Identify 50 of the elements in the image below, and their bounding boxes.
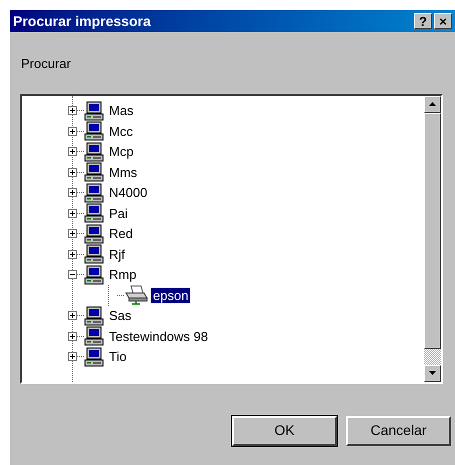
tree-item-label[interactable]: Mas <box>107 103 136 118</box>
tree-item-label[interactable]: Sas <box>107 308 134 324</box>
tree-item-label[interactable]: Tio <box>107 349 129 364</box>
tree-item-label[interactable]: Red <box>107 226 135 242</box>
tree-item-label[interactable]: Pai <box>107 206 130 221</box>
scroll-down-button[interactable] <box>424 364 441 382</box>
ok-button[interactable]: OK <box>232 416 337 446</box>
expand-icon[interactable] <box>68 229 77 238</box>
computer-icon <box>84 346 104 367</box>
expand-icon[interactable] <box>68 208 77 218</box>
computer-icon <box>84 264 104 285</box>
tree-item-label[interactable]: Rjf <box>107 246 127 262</box>
computer-icon <box>84 326 104 346</box>
scroll-thumb[interactable] <box>424 112 441 348</box>
expand-icon[interactable] <box>68 106 77 116</box>
expand-icon[interactable] <box>68 188 77 198</box>
tree-item-label[interactable]: Mcc <box>107 124 135 139</box>
tree-item-label[interactable]: Testewindows 98 <box>107 328 210 344</box>
expand-icon[interactable] <box>68 311 77 320</box>
expand-icon[interactable] <box>68 147 77 156</box>
computer-icon <box>84 244 104 264</box>
computer-icon <box>84 224 104 244</box>
computer-icon <box>84 203 104 224</box>
computer-icon <box>84 100 104 121</box>
computer-icon <box>84 162 104 182</box>
scroll-up-button[interactable] <box>424 96 441 112</box>
computer-icon <box>84 306 104 326</box>
window-title: Procurar impressora <box>13 12 151 31</box>
tree-item-label[interactable]: Rmp <box>107 267 138 282</box>
help-button[interactable]: ? <box>414 13 432 29</box>
printer-icon <box>124 285 148 306</box>
collapse-icon[interactable] <box>68 270 77 280</box>
cancel-button[interactable]: Cancelar <box>346 416 451 446</box>
expand-icon[interactable] <box>68 352 77 362</box>
computer-icon <box>84 142 104 162</box>
tree-item-label[interactable]: epson <box>151 288 190 303</box>
computer-icon <box>84 121 104 142</box>
tree-item-label[interactable]: Mcp <box>107 144 136 160</box>
up-arrow-icon <box>429 102 436 106</box>
expand-icon[interactable] <box>68 126 77 136</box>
scrollbar[interactable] <box>424 96 441 382</box>
expand-icon[interactable] <box>68 168 77 177</box>
computer-icon <box>84 182 104 203</box>
expand-icon[interactable] <box>68 250 77 259</box>
browse-label: Procurar <box>21 55 71 73</box>
down-arrow-icon <box>429 371 436 375</box>
expand-icon[interactable] <box>68 332 77 341</box>
tree-item-label[interactable]: N4000 <box>107 185 150 200</box>
close-button[interactable]: × <box>434 13 452 29</box>
tree-item-label[interactable]: Mms <box>107 164 140 180</box>
